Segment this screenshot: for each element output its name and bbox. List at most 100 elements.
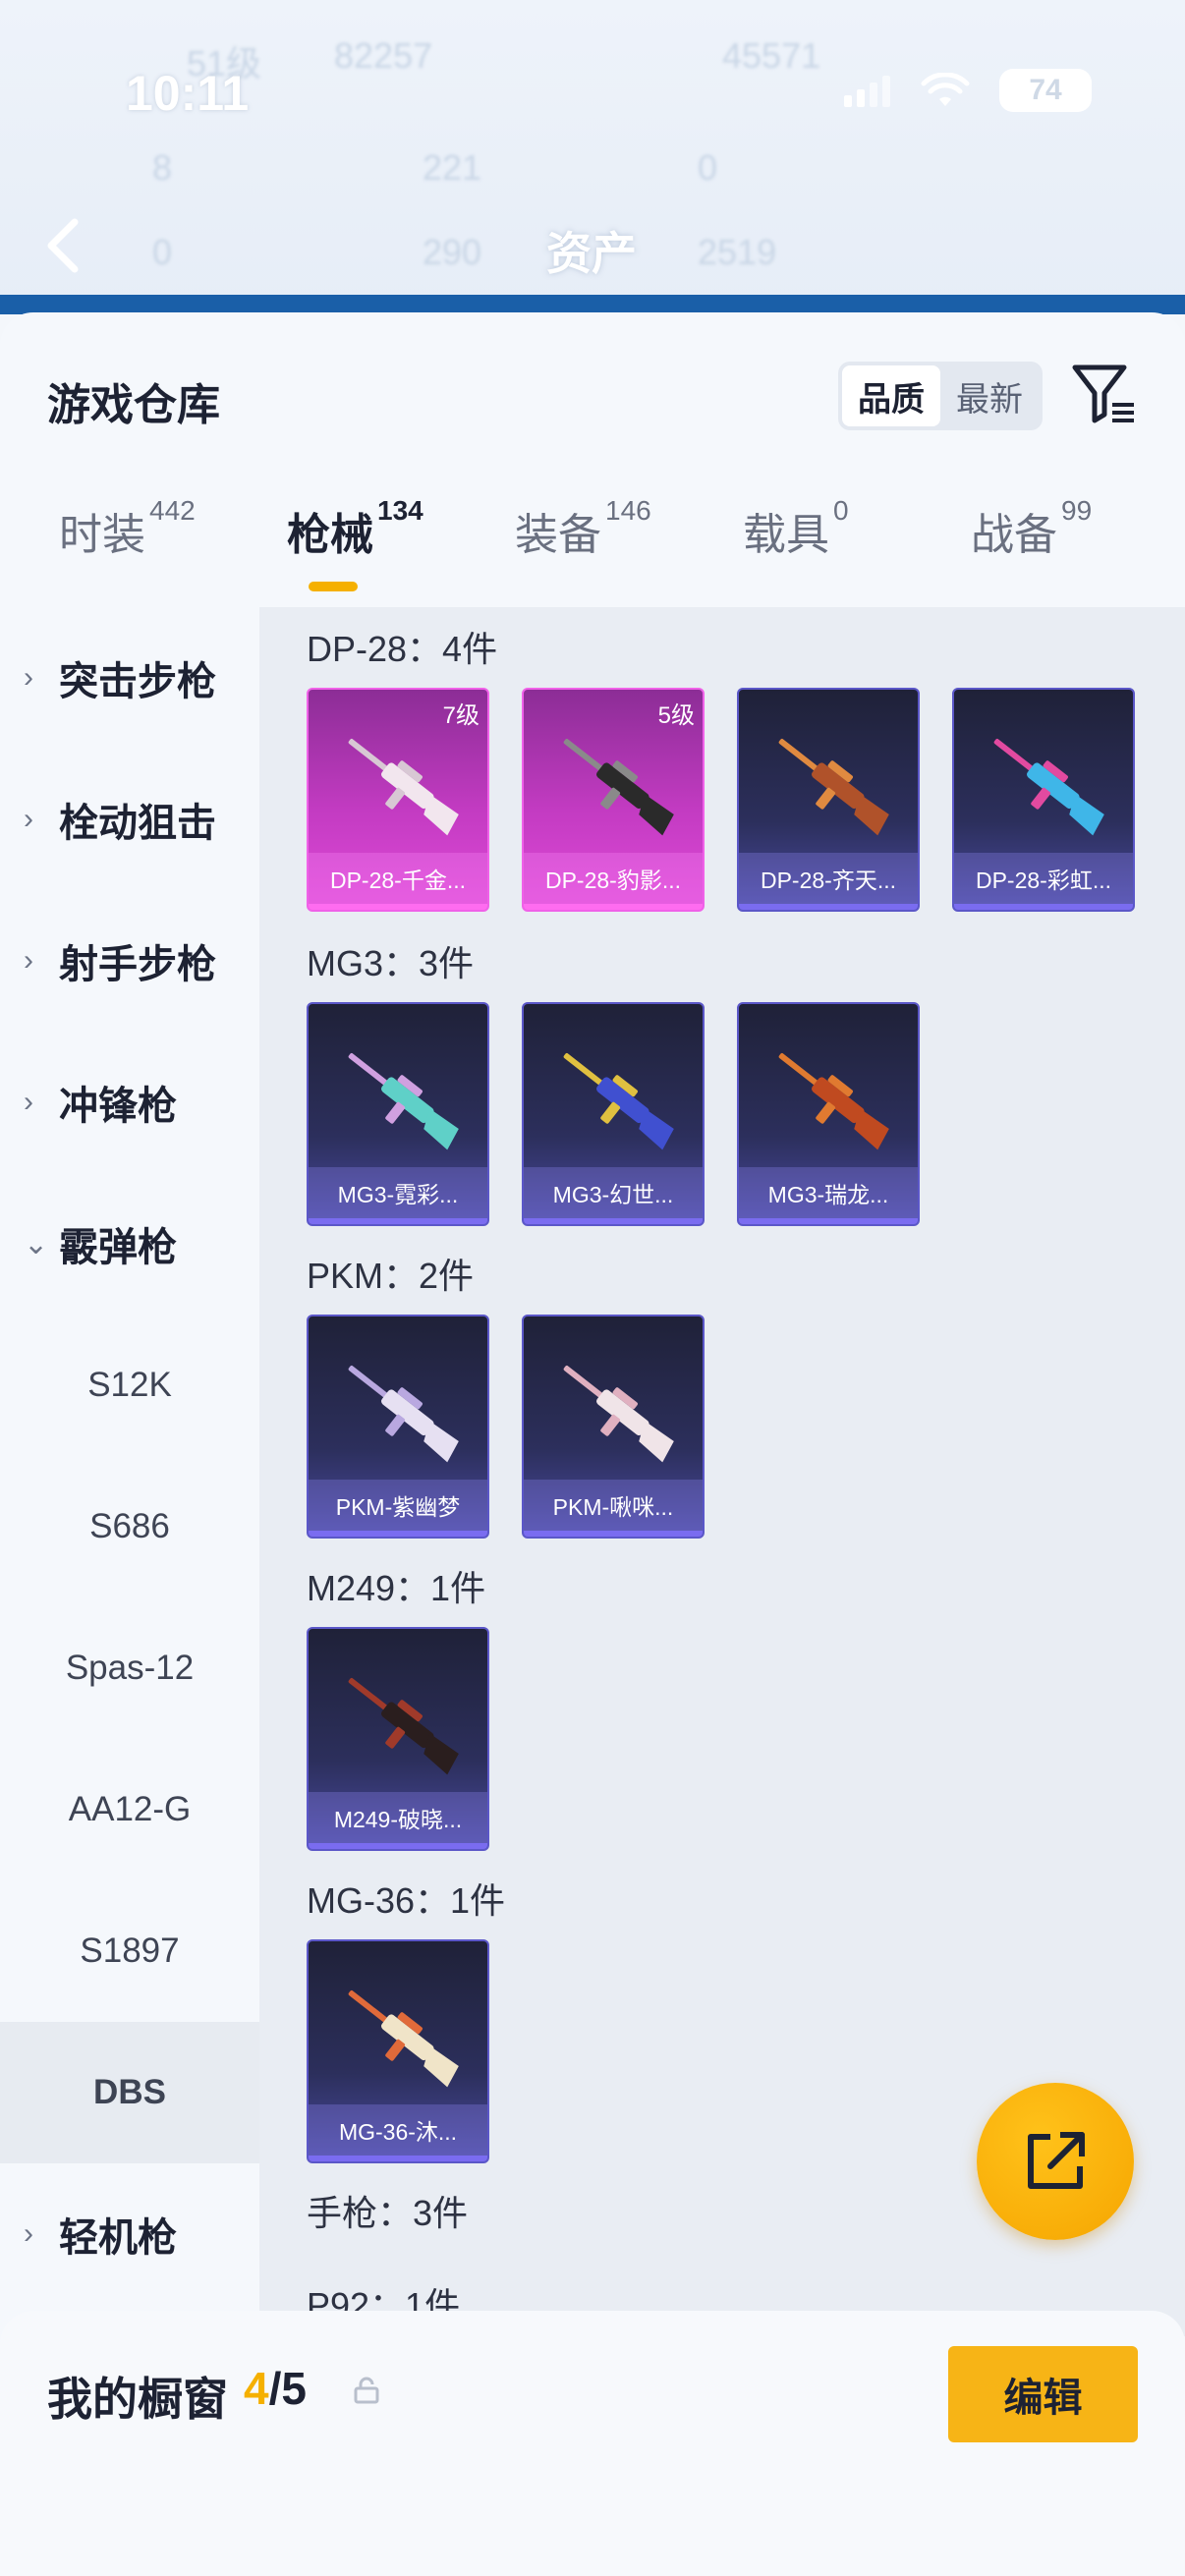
ghost-stat: 221 bbox=[423, 147, 482, 188]
category-label: 栓动狙击 bbox=[59, 802, 216, 845]
tab-firearms[interactable]: 枪械134 bbox=[287, 495, 423, 562]
category-item[interactable]: › 冲锋枪 bbox=[0, 1032, 259, 1173]
ghost-stat: 0 bbox=[698, 147, 718, 188]
chevron-right-icon: › bbox=[24, 1086, 33, 1118]
ghost-stat: 2519 bbox=[698, 232, 777, 272]
category-label: 突击步枪 bbox=[59, 660, 216, 703]
category-label: DBS bbox=[93, 2073, 166, 2111]
weapon-icon bbox=[563, 1053, 674, 1150]
subcategory-item[interactable]: DBS bbox=[0, 2022, 259, 2163]
weapon-skin-card[interactable]: MG3-幻世... bbox=[522, 1002, 705, 1226]
chevron-right-icon: › bbox=[24, 2217, 33, 2250]
weapon-icon bbox=[348, 1366, 459, 1463]
tab-label: 枪械 bbox=[287, 511, 373, 559]
tab-count: 146 bbox=[605, 495, 651, 526]
header-strip bbox=[0, 295, 1185, 314]
weapon-skin-name: MG3-幻世... bbox=[524, 1167, 703, 1224]
edit-button[interactable]: 编辑 bbox=[948, 2346, 1138, 2442]
weapon-skin-card[interactable]: 7级 DP-28-千金... bbox=[307, 688, 489, 912]
category-label: 霰弹枪 bbox=[59, 1226, 177, 1269]
tab-count: 134 bbox=[377, 495, 423, 526]
category-item[interactable]: › 突击步枪 bbox=[0, 607, 259, 749]
weapon-skin-card[interactable]: MG3-霓彩... bbox=[307, 1002, 489, 1226]
tab-fashion[interactable]: 时装442 bbox=[59, 495, 196, 562]
wifi-icon bbox=[921, 73, 970, 106]
weapon-skin-card[interactable]: PKM-啾咪... bbox=[522, 1315, 705, 1539]
weapon-skin-card[interactable]: M249-破晓... bbox=[307, 1627, 489, 1851]
subcategory-item[interactable]: S1897 bbox=[0, 1880, 259, 2022]
showcase-total: /5 bbox=[268, 2363, 307, 2414]
group-title: M249：1件 bbox=[307, 1568, 486, 1608]
showcase-bar: 我的橱窗 4/5 编辑 bbox=[0, 2311, 1185, 2576]
status-time: 10:11 bbox=[126, 66, 250, 121]
weapon-skin-card[interactable]: MG3-瑞龙... bbox=[737, 1002, 920, 1226]
weapon-skin-card[interactable]: 5级 DP-28-豹影... bbox=[522, 688, 705, 912]
tab-label: 载具 bbox=[743, 511, 829, 559]
sort-toggle[interactable]: 品质 最新 bbox=[838, 362, 1043, 430]
group-title: MG3：3件 bbox=[307, 943, 475, 983]
group-title: DP-28：4件 bbox=[307, 629, 498, 669]
ghost-stat: 8 bbox=[152, 147, 173, 188]
showcase-count: 4/5 bbox=[244, 2362, 307, 2415]
category-label: Spas-12 bbox=[65, 1649, 195, 1687]
weapon-skin-card[interactable]: DP-28-彩虹... bbox=[952, 688, 1135, 912]
tab-label: 战备 bbox=[971, 511, 1057, 559]
share-icon bbox=[1028, 2132, 1085, 2189]
weapon-icon bbox=[348, 739, 459, 836]
sort-quality[interactable]: 品质 bbox=[842, 365, 940, 426]
back-arrow-icon[interactable] bbox=[43, 216, 83, 275]
showcase-current: 4 bbox=[244, 2363, 269, 2414]
weapon-icon bbox=[778, 739, 889, 836]
weapon-icon bbox=[348, 1053, 459, 1150]
tab-label: 时装 bbox=[59, 511, 145, 559]
status-icons: 74 bbox=[844, 69, 1092, 112]
subcategory-item[interactable]: S686 bbox=[0, 1456, 259, 1597]
tab-vehicles[interactable]: 载具0 bbox=[743, 495, 849, 562]
share-button[interactable] bbox=[977, 2083, 1134, 2240]
weapon-skin-card[interactable]: DP-28-齐天... bbox=[737, 688, 920, 912]
category-label: 射手步枪 bbox=[59, 943, 216, 986]
ghost-num1: 82257 bbox=[334, 35, 433, 76]
top-header: 51级 82257 45571 8 221 0 0 290 2519 10:11… bbox=[0, 0, 1185, 314]
ghost-num2: 45571 bbox=[722, 35, 821, 76]
weapon-skin-name: DP-28-豹影... bbox=[524, 853, 703, 910]
group-title: 手枪：3件 bbox=[307, 2193, 469, 2233]
category-item[interactable]: › 射手步枪 bbox=[0, 890, 259, 1032]
filter-icon[interactable] bbox=[1071, 360, 1136, 428]
subcategory-item[interactable]: Spas-12 bbox=[0, 1597, 259, 1739]
weapon-skin-name: DP-28-千金... bbox=[309, 853, 487, 910]
category-item[interactable]: › 轻机枪 bbox=[0, 2163, 259, 2305]
weapon-icon bbox=[563, 1366, 674, 1463]
weapon-skin-name: MG3-霓彩... bbox=[309, 1167, 487, 1224]
weapon-icon bbox=[563, 739, 674, 836]
weapon-skin-name: PKM-啾咪... bbox=[524, 1480, 703, 1537]
weapon-icon bbox=[348, 1990, 459, 2088]
category-item[interactable]: › 栓动狙击 bbox=[0, 749, 259, 890]
tab-equipment[interactable]: 装备146 bbox=[515, 495, 651, 562]
weapon-skin-name: MG-36-沐... bbox=[309, 2104, 487, 2161]
tab-count: 442 bbox=[149, 495, 196, 526]
subcategory-item[interactable]: S12K bbox=[0, 1315, 259, 1456]
category-label: S1897 bbox=[80, 1932, 180, 1970]
tab-supplies[interactable]: 战备99 bbox=[971, 495, 1092, 562]
category-label: 轻机枪 bbox=[59, 2216, 177, 2260]
chevron-right-icon: › bbox=[24, 661, 33, 694]
chevron-down-icon: ⌄ bbox=[24, 1227, 49, 1260]
weapon-skin-name: DP-28-齐天... bbox=[739, 853, 918, 910]
subcategory-item[interactable]: AA12-G bbox=[0, 1739, 259, 1880]
level-badge: 5级 bbox=[657, 702, 695, 729]
category-label: AA12-G bbox=[68, 1790, 192, 1828]
lock-icon bbox=[354, 2377, 379, 2404]
weapon-skin-name: DP-28-彩虹... bbox=[954, 853, 1133, 910]
category-label: S686 bbox=[89, 1507, 170, 1545]
showcase-label: 我的橱窗 bbox=[47, 2374, 228, 2425]
level-badge: 7级 bbox=[442, 702, 480, 729]
weapon-skin-card[interactable]: PKM-紫幽梦 bbox=[307, 1315, 489, 1539]
category-item[interactable]: ⌄ 霰弹枪 bbox=[0, 1173, 259, 1315]
active-tab-indicator bbox=[309, 582, 358, 591]
category-tabs: 时装442 枪械134 装备146 载具0 战备99 bbox=[0, 495, 1185, 607]
weapon-category-list: › 突击步枪 › 栓动狙击 › 射手步枪 › 冲锋枪 ⌄ 霰弹枪 S12K S686 Spas-12 AA… bbox=[0, 607, 259, 2336]
category-label: 冲锋枪 bbox=[59, 1085, 177, 1128]
weapon-skin-card[interactable]: MG-36-沐... bbox=[307, 1939, 489, 2163]
sort-newest[interactable]: 最新 bbox=[940, 365, 1039, 426]
